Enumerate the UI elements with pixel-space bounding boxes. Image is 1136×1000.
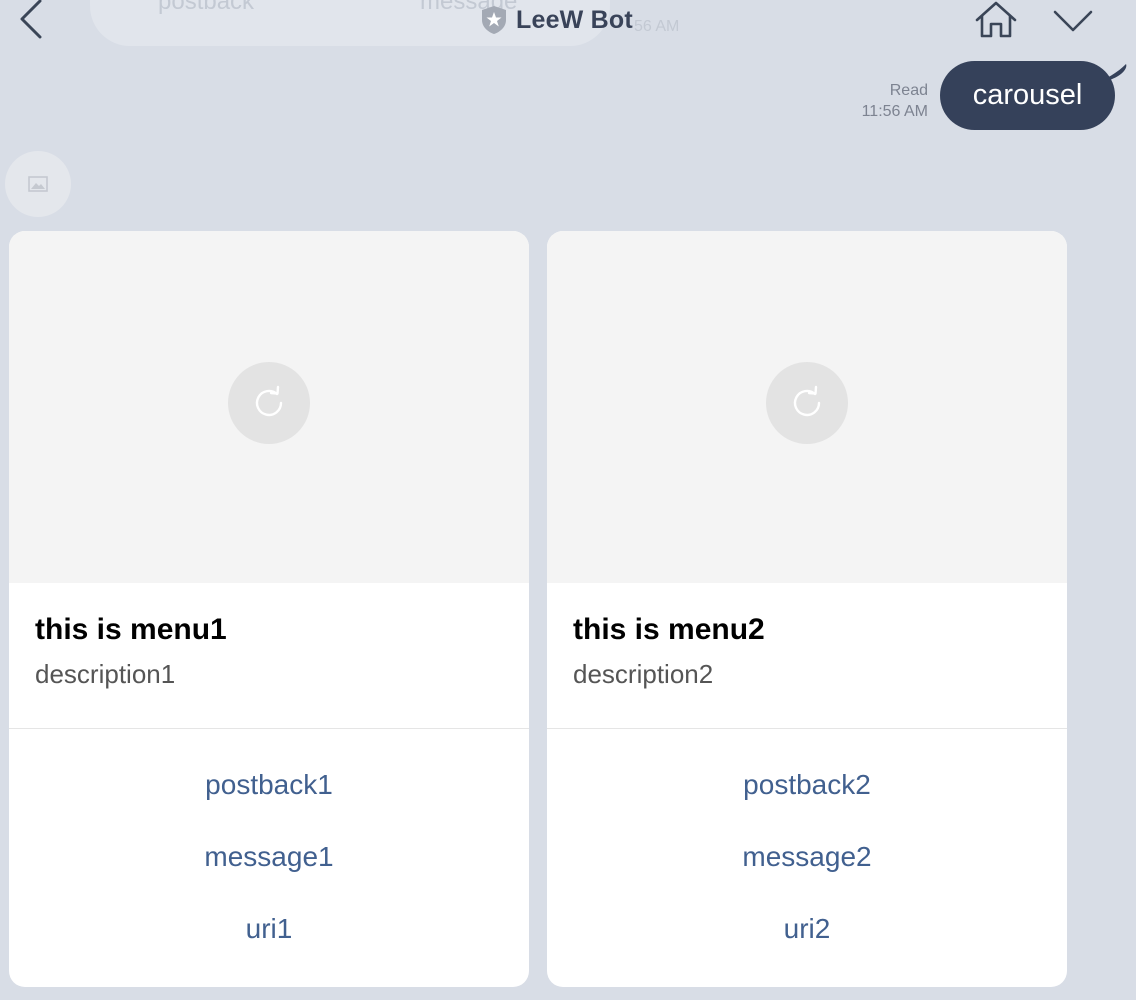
card-title: this is menu2 [573, 613, 765, 646]
reload-button[interactable] [228, 362, 310, 444]
action-message-button[interactable]: message1 [9, 821, 529, 893]
chevron-left-icon [20, 0, 42, 39]
sent-message-bubble[interactable]: carousel [940, 61, 1115, 130]
card-description: description1 [35, 659, 176, 689]
card-image-placeholder [9, 231, 529, 583]
home-icon [975, 1, 1017, 38]
card-actions: postback1 message1 uri1 [9, 729, 529, 965]
card-actions: postback2 message2 uri2 [547, 729, 1067, 965]
bot-avatar[interactable] [5, 151, 71, 217]
chat-title: LeeW Bot [516, 5, 633, 34]
action-uri-link[interactable]: uri1 [9, 893, 529, 965]
card-body: this is menu2 description2 [547, 583, 1067, 729]
read-label: Read [889, 82, 928, 99]
action-uri-link[interactable]: uri2 [547, 893, 1067, 965]
card-image-placeholder [547, 231, 1067, 583]
card-title: this is menu1 [35, 613, 227, 646]
back-button[interactable] [14, 0, 54, 44]
message-read-status: Read 11:56 AM [862, 80, 928, 122]
action-postback-button[interactable]: postback1 [9, 749, 529, 821]
home-button[interactable] [974, 0, 1018, 40]
action-message-button[interactable]: message2 [547, 821, 1067, 893]
carousel-card: this is menu1 description1 postback1 mes… [9, 231, 529, 987]
image-placeholder-icon [28, 176, 48, 192]
chevron-down-icon [1053, 10, 1093, 32]
carousel-card: this is menu2 description2 postback2 mes… [547, 231, 1067, 987]
reload-icon [255, 385, 283, 417]
message-timestamp: 11:56 AM [861, 103, 928, 120]
menu-toggle-button[interactable] [1052, 8, 1094, 34]
card-description: description2 [573, 659, 714, 689]
reload-icon [793, 385, 821, 417]
previous-message-time: 56 AM [634, 18, 680, 35]
shield-star-icon [482, 6, 506, 34]
card-body: this is menu1 description1 [9, 583, 529, 729]
reload-button[interactable] [766, 362, 848, 444]
sent-message-text: carousel [972, 79, 1083, 111]
chat-header: LeeW Bot [480, 4, 633, 36]
action-postback-button[interactable]: postback2 [547, 749, 1067, 821]
previous-message-text-left: postback [158, 0, 255, 15]
